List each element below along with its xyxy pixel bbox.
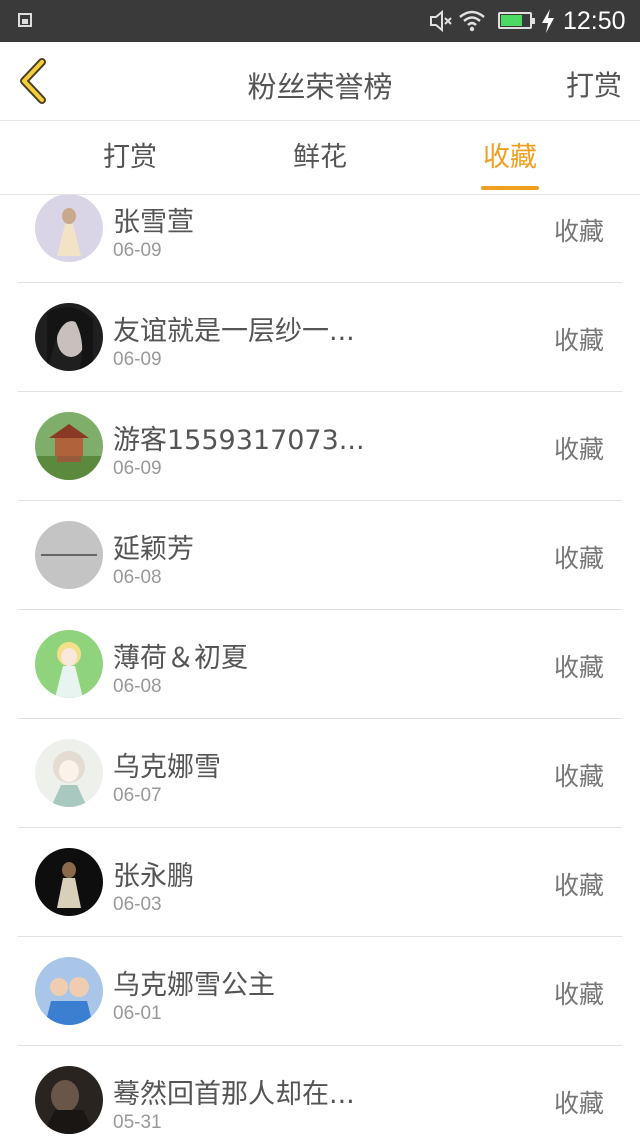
list-item[interactable]: 乌克娜雪 06-07 收藏: [18, 719, 622, 828]
avatar: [35, 521, 103, 589]
user-name: 乌克娜雪公主: [113, 970, 275, 1001]
status-bar: 12:50: [0, 0, 640, 42]
action-label: 收藏: [553, 871, 604, 900]
action-label: 收藏: [553, 435, 604, 464]
user-name: 张雪萱: [113, 207, 194, 238]
date: 06-01: [113, 1003, 162, 1024]
app-header: 粉丝荣誉榜 打赏: [0, 42, 640, 121]
date: 06-08: [113, 676, 162, 697]
list-item[interactable]: 张雪萱 06-09 收藏: [18, 195, 622, 283]
avatar: [35, 957, 103, 1025]
user-name: 友谊就是一层纱一...: [113, 316, 355, 347]
date: 06-07: [113, 785, 162, 806]
list-item[interactable]: 友谊就是一层纱一... 06-09 收藏: [18, 283, 622, 392]
action-label: 收藏: [553, 217, 604, 246]
user-name: 延颖芳: [113, 534, 194, 565]
battery-level: [501, 15, 522, 26]
list-item[interactable]: 张永鹏 06-03 收藏: [18, 828, 622, 937]
tab-label: 打赏: [103, 142, 157, 173]
tab-reward[interactable]: 打赏: [60, 121, 200, 194]
reward-button[interactable]: 打赏: [566, 64, 622, 104]
fan-list[interactable]: 张雪萱 06-09 收藏 友谊就是一层纱一... 06-09 收藏 游客1559…: [0, 195, 640, 1138]
tab-label: 收藏: [483, 142, 537, 173]
avatar: [35, 303, 103, 371]
list-item[interactable]: 乌克娜雪公主 06-01 收藏: [18, 937, 622, 1046]
user-name: 蓦然回首那人却在...: [113, 1079, 355, 1110]
image-notification-icon: [18, 13, 32, 27]
date: 06-09: [113, 349, 162, 370]
action-label: 收藏: [553, 653, 604, 682]
date: 05-31: [113, 1112, 162, 1133]
clock: 12:50: [563, 7, 626, 35]
date: 06-03: [113, 894, 162, 915]
avatar: [35, 848, 103, 916]
list-item[interactable]: 延颖芳 06-08 收藏: [18, 501, 622, 610]
action-label: 收藏: [553, 1089, 604, 1118]
avatar: [35, 1066, 103, 1134]
user-name: 张永鹏: [113, 861, 194, 892]
list-item[interactable]: 薄荷＆初夏 06-08 收藏: [18, 610, 622, 719]
action-label: 收藏: [553, 762, 604, 791]
user-name: 乌克娜雪: [113, 752, 221, 783]
date: 06-09: [113, 240, 162, 261]
tab-flowers[interactable]: 鲜花: [250, 121, 390, 194]
tab-favorites[interactable]: 收藏: [440, 121, 580, 194]
avatar: [35, 630, 103, 698]
action-label: 收藏: [553, 980, 604, 1009]
user-name: 游客1559317073...: [113, 425, 365, 456]
list-item[interactable]: 蓦然回首那人却在... 05-31 收藏: [18, 1046, 622, 1138]
tab-label: 鲜花: [293, 142, 347, 173]
avatar: [35, 412, 103, 480]
page-title: 粉丝荣誉榜: [247, 70, 393, 104]
action-label: 收藏: [553, 544, 604, 573]
user-name: 薄荷＆初夏: [113, 643, 248, 674]
avatar: [35, 195, 103, 262]
charging-icon: [542, 9, 554, 33]
active-tab-indicator: [481, 186, 539, 190]
battery-icon: [498, 12, 535, 29]
wifi-icon: [459, 10, 485, 32]
tab-bar: 打赏 鲜花 收藏: [0, 121, 640, 195]
avatar: [35, 739, 103, 807]
list-item[interactable]: 游客1559317073... 06-09 收藏: [18, 392, 622, 501]
mute-icon: [430, 9, 452, 33]
date: 06-09: [113, 458, 162, 479]
action-label: 收藏: [553, 326, 604, 355]
date: 06-08: [113, 567, 162, 588]
